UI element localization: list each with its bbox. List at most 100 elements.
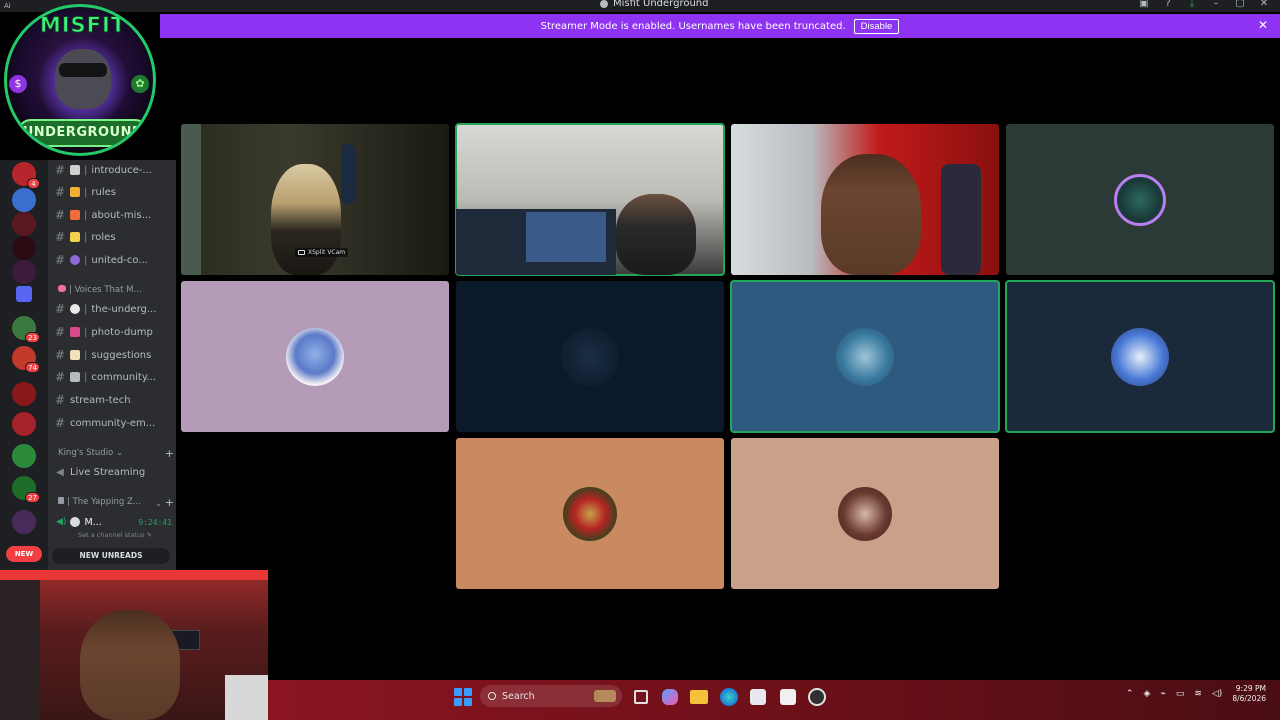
hash-icon: # xyxy=(54,370,66,384)
channel-item[interactable]: # community-em... xyxy=(54,413,172,433)
video-tile-avatar[interactable] xyxy=(731,438,999,589)
channel-emoji-icon xyxy=(70,210,80,220)
participant-person xyxy=(271,164,341,275)
video-tile-camera[interactable]: XSplit VCam xyxy=(181,124,449,275)
download-icon[interactable]: ⤓ xyxy=(1186,0,1198,9)
taskbar-search[interactable]: Search xyxy=(480,685,622,707)
taskbar-clock[interactable]: 9:29 PM 8/6/2026 xyxy=(1232,684,1266,704)
wifi-icon[interactable]: ≋ xyxy=(1194,689,1202,699)
server-icon[interactable] xyxy=(12,212,36,236)
channel-label: united-co... xyxy=(91,254,148,266)
participant-avatar xyxy=(838,486,892,541)
add-channel-icon[interactable]: + xyxy=(165,496,174,509)
maximize-button[interactable]: ▢ xyxy=(1234,0,1246,9)
minimize-button[interactable]: – xyxy=(1210,0,1222,9)
video-tile-camera[interactable] xyxy=(731,124,999,275)
channel-item[interactable]: # | introduce-... xyxy=(54,160,172,180)
new-pill[interactable]: NEW xyxy=(6,546,42,562)
folder-icon[interactable] xyxy=(16,286,32,302)
new-unreads-button[interactable]: NEW UNREADS xyxy=(52,548,170,564)
shield-icon[interactable]: ◈ xyxy=(1143,689,1150,699)
close-window-button[interactable]: ✕ xyxy=(1258,0,1270,9)
task-view-icon[interactable] xyxy=(634,690,648,704)
video-tile-avatar[interactable] xyxy=(456,281,724,432)
channel-label: stream-tech xyxy=(70,394,131,406)
file-explorer-icon[interactable] xyxy=(690,690,708,704)
video-tile-avatar[interactable] xyxy=(456,438,724,589)
ai-label: Ai xyxy=(4,2,11,10)
logo-badge: MISFIT UNDERGROUND $ ✿ xyxy=(4,4,156,156)
video-tile-avatar[interactable] xyxy=(1005,280,1275,433)
store-icon[interactable] xyxy=(750,689,766,705)
channel-status-hint[interactable]: Set a channel status ✎ xyxy=(78,531,152,539)
category-kings-studio[interactable]: King's Studio ⌄ + xyxy=(58,445,174,461)
volume-icon[interactable]: ◁) xyxy=(1212,689,1222,699)
server-icon[interactable] xyxy=(12,444,36,468)
speaker-icon: ◀ xyxy=(56,466,64,478)
raccoon-mascot xyxy=(55,49,111,109)
search-label: Search xyxy=(502,690,535,702)
channel-item[interactable]: # | suggestions xyxy=(54,345,172,365)
streamer-person xyxy=(80,610,180,720)
server-icon[interactable] xyxy=(12,382,36,406)
network-icon[interactable]: ⌁ xyxy=(1160,689,1165,699)
stream-logo: MISFIT UNDERGROUND $ ✿ xyxy=(0,0,160,160)
channel-item[interactable]: # stream-tech xyxy=(54,390,172,410)
participant-avatar xyxy=(286,327,344,386)
led-strip xyxy=(0,570,268,580)
discord-icon xyxy=(600,0,608,8)
channel-item[interactable]: # | photo-dump xyxy=(54,322,172,342)
server-icon[interactable] xyxy=(12,260,36,284)
video-tile-avatar[interactable] xyxy=(1006,124,1274,275)
unread-badge: 23 xyxy=(25,332,40,343)
channel-item[interactable]: # | roles xyxy=(54,227,172,247)
hash-icon: # xyxy=(54,325,66,339)
help-icon[interactable]: ? xyxy=(1162,0,1174,9)
copilot-icon[interactable] xyxy=(662,689,678,705)
gaming-chair xyxy=(941,164,981,275)
server-icon[interactable] xyxy=(12,188,36,212)
add-channel-icon[interactable]: + xyxy=(165,447,174,460)
channel-label: rules xyxy=(91,186,116,198)
channel-item[interactable]: # | community... xyxy=(54,367,172,387)
disable-streamer-mode-button[interactable]: Disable xyxy=(853,18,900,34)
channel-item[interactable]: # | rules xyxy=(54,182,172,202)
category-label: | Voices That M... xyxy=(69,285,142,295)
voice-connected-user[interactable]: ◀) M... 9:24:41 xyxy=(56,515,172,529)
hash-icon: # xyxy=(54,393,66,407)
camera-source-tag: XSplit VCam xyxy=(295,248,349,257)
category-voices[interactable]: | Voices That M... xyxy=(58,282,174,298)
voice-channel-item[interactable]: ◀ Live Streaming xyxy=(54,462,172,482)
server-icon[interactable] xyxy=(12,412,36,436)
video-tile-camera[interactable] xyxy=(455,123,725,276)
microphone-shape xyxy=(341,144,355,204)
display-icon[interactable]: ▭ xyxy=(1176,689,1185,699)
streamer-facecam xyxy=(0,570,268,720)
obs-icon[interactable] xyxy=(808,688,826,706)
chevron-up-icon[interactable]: ⌃ xyxy=(1126,689,1134,699)
windows-start-icon[interactable] xyxy=(454,688,472,706)
edge-icon[interactable] xyxy=(720,688,738,706)
server-icon[interactable] xyxy=(12,236,36,260)
server-icon[interactable]: 74 xyxy=(12,346,40,373)
category-yapping-zone[interactable]: | The Yapping Z... ⌄ + xyxy=(58,494,174,510)
channel-item[interactable]: # | the-underg... xyxy=(54,299,172,319)
page-icon xyxy=(70,350,80,360)
server-icon[interactable] xyxy=(12,510,36,534)
app-icon[interactable] xyxy=(780,689,796,705)
channel-emoji-icon xyxy=(70,232,80,242)
inbox-icon[interactable]: ▣ xyxy=(1138,0,1150,9)
server-icon[interactable]: 23 xyxy=(12,316,40,343)
channel-item[interactable]: # | about-mis... xyxy=(54,205,172,225)
video-tile-avatar[interactable] xyxy=(181,281,449,432)
chevron-down-icon: ⌄ xyxy=(154,498,163,509)
channel-item[interactable]: # | united-co... xyxy=(54,250,172,270)
video-tile-avatar[interactable] xyxy=(730,280,1000,433)
search-icon xyxy=(488,692,496,700)
participant-person xyxy=(616,194,696,275)
server-icon[interactable]: 27 xyxy=(12,476,40,503)
close-banner-icon[interactable]: ✕ xyxy=(1258,18,1268,32)
windows-taskbar: Search ⌃ ◈ ⌁ ▭ ≋ ◁) 9:29 PM 8/6/2026 xyxy=(268,680,1280,720)
server-icon[interactable]: 4 xyxy=(12,162,40,189)
lock-icon xyxy=(58,497,64,504)
